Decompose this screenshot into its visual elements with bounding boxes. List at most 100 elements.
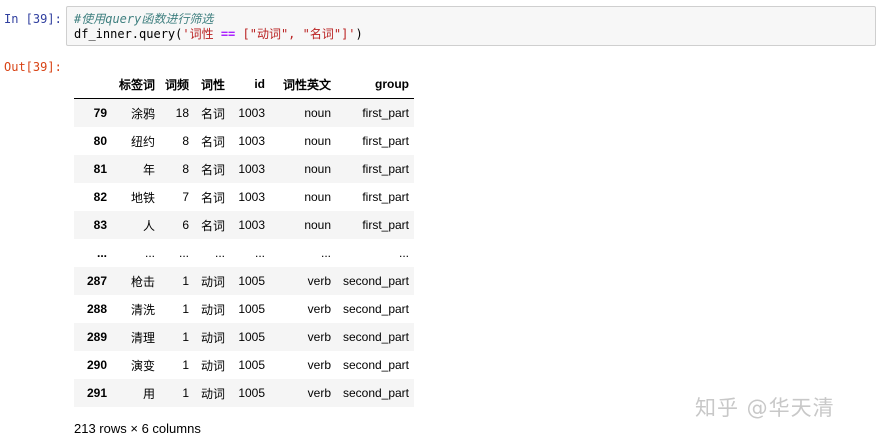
group-cell: first_part xyxy=(362,162,410,176)
row-index: 288 xyxy=(86,302,107,316)
watermark: 知乎 @华天清 xyxy=(695,396,835,420)
column-header-pos-english: 词性英文 xyxy=(270,70,337,99)
part-of-speech-cell: 动词 xyxy=(201,330,226,345)
pos-english-cell: noun xyxy=(304,190,332,204)
table-row: 82 地铁 7 名词 1003 noun first_part xyxy=(74,183,414,211)
table-row: 83 人 6 名词 1003 noun first_part xyxy=(74,211,415,239)
part-of-speech-cell: 动词 xyxy=(201,386,226,401)
code-call: df_inner.query( xyxy=(74,27,183,41)
part-of-speech-cell: 动词 xyxy=(201,358,226,373)
group-cell: second_part xyxy=(342,358,410,372)
code-close-paren: ) xyxy=(355,27,363,41)
part-of-speech-cell: 名词 xyxy=(201,162,226,177)
group-cell: second_part xyxy=(342,330,410,344)
id-cell: 1003 xyxy=(238,218,266,232)
pos-english-cell: noun xyxy=(304,218,332,232)
frequency-cell: 1 xyxy=(182,358,190,372)
id-cell: ... xyxy=(255,246,266,260)
dataframe-shape-summary: 213 rows × 6 columns xyxy=(74,421,201,436)
part-of-speech-cell: ... xyxy=(215,246,226,260)
row-index: ... xyxy=(96,246,107,260)
table-body: 79 涂鸦 18 名词 1003 noun first_part 80 纽约 8 名词 1003 nou… xyxy=(74,98,415,407)
dataframe-output-table: 标签词 词频 词性 id 词性英文 group 79 涂鸦 18 名词 1003 noun… xyxy=(74,70,415,407)
frequency-cell: 6 xyxy=(182,218,190,232)
table-row: 289 清理 1 动词 1005 verb second_part xyxy=(74,323,415,351)
table-row: 81 年 8 名词 1003 noun first_part xyxy=(74,155,415,183)
frequency-cell: 7 xyxy=(182,190,190,204)
pos-english-cell: noun xyxy=(304,106,332,120)
part-of-speech-cell: 名词 xyxy=(201,218,226,233)
part-of-speech-cell: 名词 xyxy=(201,190,226,205)
tag-word-cell: 人 xyxy=(142,218,155,233)
part-of-speech-cell: 动词 xyxy=(201,274,226,289)
id-cell: 1003 xyxy=(238,162,266,176)
column-header-group: group xyxy=(336,70,415,99)
input-prompt: In [39]: xyxy=(4,12,62,26)
code-string-part2: ["动词", "名词"]' xyxy=(235,27,356,41)
frequency-cell: ... xyxy=(179,246,190,260)
tag-word-cell: 用 xyxy=(142,386,155,401)
table-row: 291 用 1 动词 1005 verb second_part xyxy=(74,379,415,407)
row-index: 291 xyxy=(86,386,107,400)
row-index: 287 xyxy=(86,274,107,288)
frequency-cell: 1 xyxy=(182,330,190,344)
tag-word-cell: 地铁 xyxy=(130,190,155,205)
table-row: 79 涂鸦 18 名词 1003 noun first_part xyxy=(74,98,415,127)
tag-word-cell: ... xyxy=(144,246,155,260)
table-row: 288 清洗 1 动词 1005 verb second_part xyxy=(74,295,414,323)
frequency-cell: 1 xyxy=(182,386,190,400)
table-row: 80 纽约 8 名词 1003 noun first_part xyxy=(74,127,414,155)
group-cell: second_part xyxy=(342,386,410,400)
id-cell: 1005 xyxy=(238,274,266,288)
part-of-speech-cell: 名词 xyxy=(201,134,226,149)
tag-word-cell: 纽约 xyxy=(130,134,155,149)
group-cell: second_part xyxy=(342,274,410,288)
column-header-index xyxy=(74,70,112,99)
column-header-frequency: 词频 xyxy=(160,70,195,99)
frequency-cell: 18 xyxy=(175,106,190,120)
part-of-speech-cell: 动词 xyxy=(201,302,226,317)
pos-english-cell: noun xyxy=(304,134,332,148)
id-cell: 1005 xyxy=(238,386,266,400)
id-cell: 1003 xyxy=(238,134,266,148)
frequency-cell: 8 xyxy=(182,134,190,148)
frequency-cell: 1 xyxy=(182,274,190,288)
table-row: 290 演变 1 动词 1005 verb second_part xyxy=(74,351,414,379)
group-cell: ... xyxy=(399,246,410,260)
tag-word-cell: 枪击 xyxy=(130,274,155,289)
id-cell: 1003 xyxy=(238,106,266,120)
code-string-part1: '词性 xyxy=(182,27,221,41)
row-index: 82 xyxy=(93,190,107,204)
pos-english-cell: noun xyxy=(304,162,332,176)
group-cell: first_part xyxy=(362,218,410,232)
id-cell: 1005 xyxy=(238,330,266,344)
row-index: 79 xyxy=(93,106,107,120)
pos-english-cell: verb xyxy=(307,330,332,344)
row-index: 289 xyxy=(86,330,107,344)
frequency-cell: 8 xyxy=(182,162,190,176)
row-index: 80 xyxy=(93,134,107,148)
output-prompt: Out[39]: xyxy=(4,60,62,74)
id-cell: 1005 xyxy=(238,358,266,372)
column-header-part-of-speech: 词性 xyxy=(194,70,231,99)
tag-word-cell: 清理 xyxy=(130,330,155,345)
id-cell: 1005 xyxy=(238,302,266,316)
part-of-speech-cell: 名词 xyxy=(201,106,226,121)
code-input-cell[interactable]: #使用query函数进行筛选 df_inner.query('词性 == ["动… xyxy=(66,6,876,46)
tag-word-cell: 演变 xyxy=(130,358,155,373)
table-row: ..................... xyxy=(74,239,414,267)
group-cell: first_part xyxy=(362,134,410,148)
tag-word-cell: 年 xyxy=(142,162,155,177)
group-cell: first_part xyxy=(362,190,410,204)
tag-word-cell: 涂鸦 xyxy=(130,106,155,121)
id-cell: 1003 xyxy=(238,190,266,204)
column-header-tag-word: 标签词 xyxy=(112,70,160,99)
group-cell: second_part xyxy=(342,302,410,316)
table-header-row: 标签词 词频 词性 id 词性英文 group xyxy=(74,70,415,99)
row-index: 290 xyxy=(86,358,107,372)
tag-word-cell: 清洗 xyxy=(130,302,155,317)
column-header-id: id xyxy=(230,70,271,99)
table-row: 287 枪击 1 动词 1005 verb second_part xyxy=(74,267,415,295)
group-cell: first_part xyxy=(362,106,410,120)
pos-english-cell: verb xyxy=(307,358,332,372)
